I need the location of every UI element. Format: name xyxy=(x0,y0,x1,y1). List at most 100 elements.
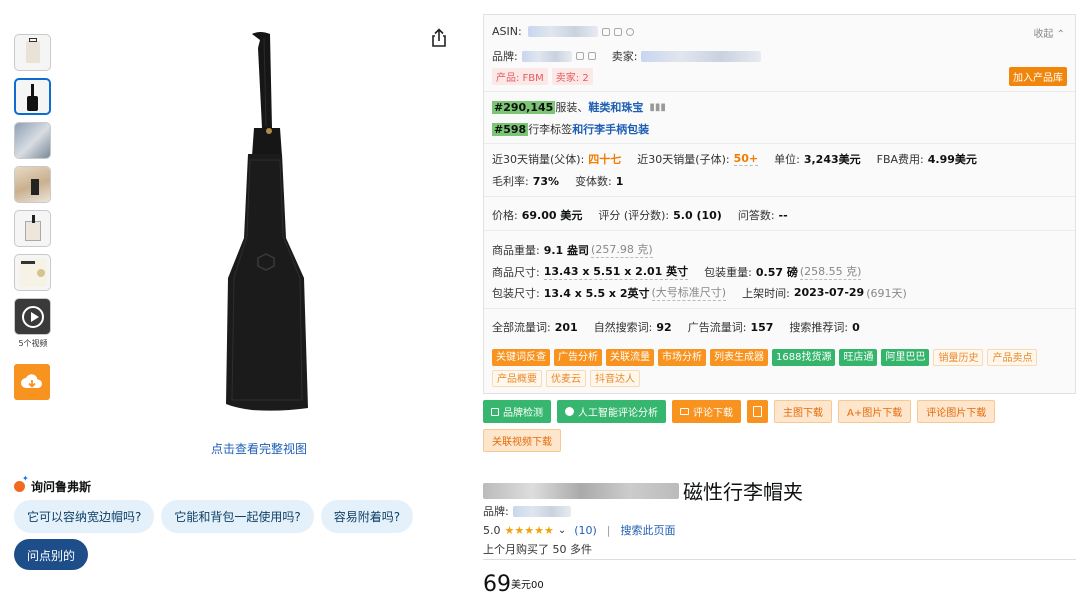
product-brand-redacted[interactable] xyxy=(512,505,571,517)
tool-sales-history[interactable]: 销量历史 xyxy=(933,349,984,366)
pkg-size-label: 包装尺寸: xyxy=(492,286,540,300)
star-rating-icon[interactable]: ★★★★★ xyxy=(505,524,554,537)
price-value: 69.00 美元 xyxy=(521,209,583,222)
rank-1-number: #290,145 xyxy=(492,100,556,114)
review-download-button[interactable]: 评论下载 xyxy=(672,400,741,423)
brand-check-button[interactable]: 品牌检测 xyxy=(483,400,551,423)
product-title: 磁性行李帽夹 xyxy=(483,476,803,505)
traffic-row: 全部流量词: 201 自然搜索词: 92 广告流量词: 157 搜索推荐词: 0 xyxy=(492,319,860,335)
ai-review-button[interactable]: 人工智能评论分析 xyxy=(557,400,666,423)
tool-keyword-reverse[interactable]: 关键词反查 xyxy=(492,349,550,366)
collapse-toggle[interactable]: 收起 ⌃ xyxy=(1033,25,1065,40)
thumbnail-6[interactable] xyxy=(14,254,51,291)
traffic-organic-value[interactable]: 92 xyxy=(656,321,671,334)
tool-1688-sourcing[interactable]: 1688找货源 xyxy=(772,349,836,366)
rank-1-category-b[interactable]: 鞋类和珠宝 xyxy=(588,99,643,115)
rufus-chip-1[interactable]: 它可以容纳宽边帽吗? xyxy=(14,500,155,533)
divider xyxy=(483,559,1076,560)
ask-other-button[interactable]: 问点别的 xyxy=(14,539,89,570)
product-brand: 品牌: xyxy=(483,503,571,519)
price-label: 价格: xyxy=(492,209,518,222)
thumbnail-2[interactable] xyxy=(14,78,51,115)
square-icon xyxy=(491,407,499,416)
thumbnail-4[interactable] xyxy=(14,166,51,203)
external-link-icon[interactable] xyxy=(587,52,596,60)
divider xyxy=(484,143,1075,144)
rating-count-link[interactable]: (10) xyxy=(574,524,597,537)
thumbnail-5[interactable] xyxy=(14,210,51,247)
add-to-library-button[interactable]: 加入产品库 xyxy=(1009,67,1067,86)
traffic-organic-label: 自然搜索词: xyxy=(593,321,653,334)
unit-value: 3,243美元 xyxy=(803,153,861,166)
rufus-chip-2[interactable]: 它能和背包一起使用吗? xyxy=(161,500,314,533)
tag-product-fbm: 产品: FBM xyxy=(492,68,548,85)
tool-market-analysis[interactable]: 市场分析 xyxy=(658,349,706,366)
title-suffix: 磁性行李帽夹 xyxy=(683,480,803,504)
pkg-weight-label: 包装重量: xyxy=(704,265,752,279)
tool-selling-points[interactable]: 产品卖点 xyxy=(987,349,1038,366)
listed-label: 上架时间: xyxy=(742,286,790,300)
qa-label: 问答数: xyxy=(737,209,775,222)
variants-label: 变体数: xyxy=(575,175,612,188)
tool-listing-generator[interactable]: 列表生成器 xyxy=(710,349,768,366)
full-view-link[interactable]: 点击查看完整视图 xyxy=(200,440,318,457)
main-image-download-button[interactable]: 主图下载 xyxy=(774,400,832,423)
chevron-down-icon[interactable]: ⌄ xyxy=(558,525,566,536)
rank-2-category-b[interactable]: 和行李手柄包装 xyxy=(572,121,649,137)
tool-douyin-influencer[interactable]: 抖音达人 xyxy=(590,370,640,387)
thumbnail-3[interactable] xyxy=(14,122,51,159)
pkg-size-value: 13.4 x 5.5 x 2英寸 xyxy=(543,286,650,300)
price-rating-row: 价格: 69.00 美元 评分 (评分数): 5.0 (10) 问答数: -- xyxy=(492,207,788,223)
review-image-download-button[interactable]: 评论图片下载 xyxy=(917,400,996,423)
rufus-icon xyxy=(14,474,29,492)
traffic-all-value[interactable]: 201 xyxy=(555,321,578,334)
location-icon[interactable] xyxy=(625,27,634,36)
size-label: 商品尺寸: xyxy=(492,265,540,279)
margin-value: 73% xyxy=(532,174,560,188)
margin-row: 毛利率: 73% 变体数: 1 xyxy=(492,173,623,189)
search-page-link[interactable]: 搜索此页面 xyxy=(621,522,676,538)
aplus-image-download-button[interactable]: A+图片下载 xyxy=(838,400,912,423)
action-buttons: 品牌检测 人工智能评论分析 评论下载 主图下载 A+图片下载 评论图片下载 关联… xyxy=(483,400,1076,452)
bar-chart-icon[interactable]: ▮▮▮ xyxy=(649,102,666,113)
thumbnail-1[interactable] xyxy=(14,34,51,71)
download-button[interactable] xyxy=(14,364,50,400)
tool-youmaiyun[interactable]: 优麦云 xyxy=(546,370,586,387)
divider xyxy=(484,308,1075,309)
tool-alibaba[interactable]: 阿里巴巴 xyxy=(881,349,930,366)
rank-2-number: #598 xyxy=(492,122,529,136)
tool-ad-analysis[interactable]: 广告分析 xyxy=(554,349,602,366)
copy-icon[interactable] xyxy=(601,27,610,36)
copy-icon-2[interactable] xyxy=(613,27,622,36)
share-icon[interactable] xyxy=(430,28,448,48)
traffic-suggest-value[interactable]: 0 xyxy=(852,321,860,334)
brand-seller-row: 品牌: 卖家: xyxy=(492,48,762,64)
seller-value-redacted[interactable] xyxy=(641,50,762,62)
thumbnail-list xyxy=(14,34,52,342)
weight-row: 商品重量: 9.1 盎司 (257.98 克) xyxy=(492,241,653,258)
pkg-size-alt: (大号标准尺寸) xyxy=(651,286,727,301)
related-video-download-button[interactable]: 关联视频下载 xyxy=(483,429,561,452)
thumbnail-video[interactable] xyxy=(14,298,51,335)
brand-value-redacted[interactable] xyxy=(521,50,572,62)
main-product-image[interactable] xyxy=(200,28,320,438)
tool-wangdiantong[interactable]: 旺店通 xyxy=(839,349,878,366)
seller-label: 卖家: xyxy=(611,50,638,63)
weight-alt: (257.98 克) xyxy=(591,243,653,258)
listed-alt: (691天) xyxy=(866,286,907,300)
traffic-ad-label: 广告流量词: xyxy=(687,321,747,334)
review-download-label: 评论下载 xyxy=(693,408,733,419)
calculator-button[interactable] xyxy=(747,400,768,423)
listed-value: 2023-07-29 xyxy=(793,286,865,299)
size-row: 商品尺寸: 13.43 x 5.51 x 2.01 英寸 包装重量: 0.57 … xyxy=(492,263,862,280)
tool-buttons: 关键词反查 广告分析 关联流量 市场分析 列表生成器 1688找货源 旺店通 阿… xyxy=(492,349,1067,387)
copy-icon-3[interactable] xyxy=(575,52,584,60)
comment-icon xyxy=(680,408,689,415)
traffic-ad-value[interactable]: 157 xyxy=(750,321,773,334)
rufus-chip-3[interactable]: 容易附着吗? xyxy=(320,500,414,533)
collapse-label: 收起 xyxy=(1033,29,1054,40)
play-icon xyxy=(22,306,44,328)
title-redacted xyxy=(483,482,679,499)
tool-product-summary[interactable]: 产品概要 xyxy=(492,370,542,387)
tool-related-traffic[interactable]: 关联流量 xyxy=(606,349,654,366)
